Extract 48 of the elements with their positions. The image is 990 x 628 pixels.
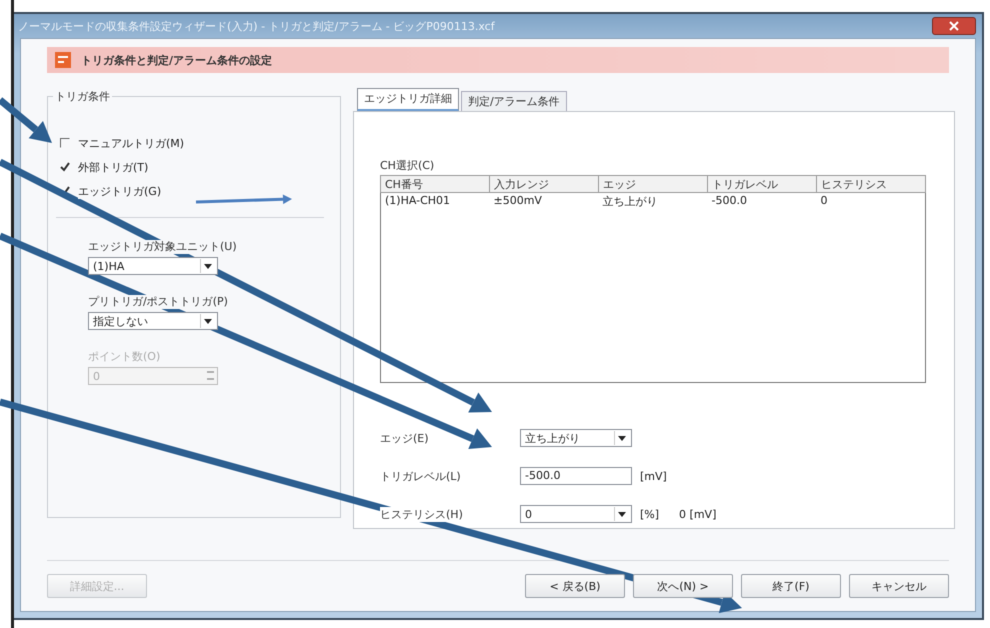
dropdown-field[interactable]: (1)HA — [88, 257, 218, 275]
column-header[interactable]: トリガレベル — [708, 176, 816, 192]
checkbox-option[interactable]: エッジトリガ(G) — [56, 179, 330, 203]
tab[interactable]: 判定/アラーム条件 — [461, 91, 567, 111]
field-label: ポイント数(O) — [88, 350, 160, 364]
caret-icon — [204, 264, 212, 268]
wizard-button[interactable]: < 戻る(B) — [525, 574, 625, 598]
field-label: ヒステリシス(H) — [380, 506, 463, 522]
caret-icon — [618, 512, 626, 516]
table-cell: ±500mV — [490, 192, 598, 210]
converted-value: 0 [mV] — [679, 508, 716, 520]
table-cell: -500.0 — [708, 192, 816, 210]
column-header[interactable]: 入力レンジ — [490, 176, 598, 192]
arrow — [0, 97, 52, 143]
spinner-icon — [206, 369, 215, 383]
field-label: エッジトリガ対象ユニット(U) — [88, 240, 237, 254]
checkbox-option[interactable]: マニュアルトリガ(M) — [56, 131, 330, 155]
checkbox-option[interactable]: 外部トリガ(T) — [56, 155, 330, 179]
list-label: CH選択(C) — [380, 158, 436, 173]
wizard-icon — [55, 52, 71, 68]
caret-icon — [204, 318, 212, 324]
header-title: トリガ条件と判定/アラーム条件の設定 — [81, 52, 272, 68]
group-title: トリガ条件 — [53, 89, 112, 104]
unit-label: [%] — [640, 508, 660, 520]
field-label: プリトリガ/ポストトリガ(P) — [88, 295, 228, 309]
wizard-button[interactable]: キャンセル — [849, 574, 949, 598]
unit-label: [mV] — [640, 470, 667, 482]
window-title: ノーマルモードの収集条件設定ウィザード(入力) - トリガと判定/アラーム - ビッグP090113.xcf — [18, 18, 495, 34]
table-cell: (1)HA-CH01 — [380, 192, 490, 210]
table-cell: 0 — [816, 192, 926, 210]
channel-list[interactable]: CH番号 入力レンジ エッジ トリガレベル ヒステリシス (1)HA-CH01 ±500mV 立ち上がり -500.0 0 — [380, 175, 926, 383]
tab[interactable]: エッジトリガ詳細 — [357, 88, 459, 111]
checkmark-icon[interactable] — [60, 162, 70, 172]
wizard-button[interactable]: 次へ(N) > — [633, 574, 733, 598]
close-icon — [949, 21, 959, 31]
checkbox-icon[interactable] — [60, 138, 70, 148]
close-button[interactable] — [932, 17, 976, 35]
input-field[interactable]: -500.0 — [520, 467, 632, 485]
column-header[interactable]: ヒステリシス — [816, 176, 926, 192]
column-header[interactable]: エッジ — [598, 176, 708, 192]
dropdown-field[interactable]: 指定しない — [88, 312, 218, 330]
field-label: エッジ(E) — [380, 430, 429, 446]
dropdown-field[interactable]: 0 — [520, 505, 632, 523]
table-cell: 立ち上がり — [598, 192, 708, 210]
column-header[interactable]: CH番号 — [380, 176, 490, 192]
wizard-button[interactable]: 終了(F) — [741, 574, 841, 598]
dropdown-field[interactable]: 立ち上がり — [520, 429, 632, 447]
caret-icon — [618, 436, 626, 440]
